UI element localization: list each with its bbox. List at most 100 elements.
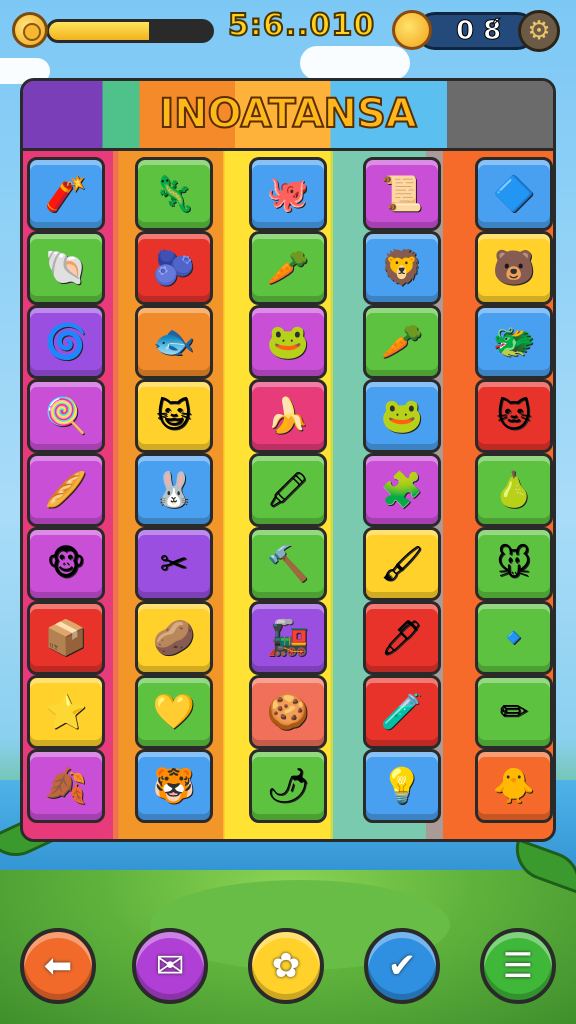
tile-firecracker[interactable]: 🧨 bbox=[27, 157, 105, 231]
chick-icon: 🐥 bbox=[492, 766, 536, 806]
potato-icon: 🥔 bbox=[152, 618, 196, 658]
octopus-icon: 🐙 bbox=[266, 174, 310, 214]
lives-count: 0 8́ bbox=[455, 16, 502, 47]
fish-icon: 🐟 bbox=[152, 322, 196, 362]
banana-icon: 🍌 bbox=[266, 396, 310, 436]
tile-spiral-shell[interactable]: 🌀 bbox=[27, 305, 105, 379]
bear-icon: 🐻 bbox=[492, 248, 536, 288]
tile-paintbrush[interactable]: 🖌 bbox=[363, 527, 441, 601]
tile-shell[interactable]: 🐚 bbox=[27, 231, 105, 305]
crayon-icon: 🖍 bbox=[266, 470, 310, 510]
tile-diamond[interactable]: 🔹 bbox=[475, 601, 553, 675]
crystal-icon: 🔷 bbox=[492, 174, 536, 214]
tile-train[interactable]: 🚂 bbox=[249, 601, 327, 675]
puzzle-blob-icon: 🧩 bbox=[380, 470, 424, 510]
tile-puzzle-blob[interactable]: 🧩 bbox=[363, 453, 441, 527]
hint-button[interactable]: ✿ bbox=[248, 928, 324, 1004]
diamond-icon: 🔹 bbox=[492, 618, 536, 658]
train-icon: 🚂 bbox=[266, 618, 310, 658]
score-display: 5:6..010 bbox=[227, 7, 376, 44]
tile-fish[interactable]: 🐟 bbox=[135, 305, 213, 379]
tile-lizard[interactable]: 🦎 bbox=[135, 157, 213, 231]
pen-icon: 🖊 bbox=[380, 618, 424, 658]
tile-scroll[interactable]: 📜 bbox=[363, 157, 441, 231]
blue-frog-icon: 🐸 bbox=[380, 396, 424, 436]
tile-hammer[interactable]: 🔨 bbox=[249, 527, 327, 601]
bulb-icon: 💡 bbox=[380, 766, 424, 806]
tile-blue-frog[interactable]: 🐸 bbox=[363, 379, 441, 453]
tile-chest[interactable]: 📦 bbox=[27, 601, 105, 675]
star-icon: ⭐ bbox=[44, 692, 88, 732]
tile-cat-face[interactable]: 😺 bbox=[135, 379, 213, 453]
confirm-button[interactable]: ✔ bbox=[364, 928, 440, 1004]
blue-drop-icon: 🫐 bbox=[152, 248, 196, 288]
dragon-icon: 🐲 bbox=[492, 322, 536, 362]
tile-white-cat[interactable]: 🐱 bbox=[475, 379, 553, 453]
tile-banana[interactable]: 🍌 bbox=[249, 379, 327, 453]
tile-cookie[interactable]: 🍪 bbox=[249, 675, 327, 749]
board-header: INOATANSA bbox=[23, 81, 553, 151]
tile-chick[interactable]: 🐥 bbox=[475, 749, 553, 823]
mail-button[interactable]: ✉ bbox=[132, 928, 208, 1004]
tile-octopus[interactable]: 🐙 bbox=[249, 157, 327, 231]
tile-carrot[interactable]: 🥕 bbox=[363, 305, 441, 379]
lizard-icon: 🦎 bbox=[152, 174, 196, 214]
tile-pen[interactable]: 🖊 bbox=[363, 601, 441, 675]
tile-lollipop[interactable]: 🍭 bbox=[27, 379, 105, 453]
game-board: INOATANSA 🧨 🦎 🐙 📜 🔷 🐚 🫐 🥕 🦁 🐻 🌀 🐟 🐸 🥕 🐲 🍭 😺 🍌 🐸 🐱 🥖 🐰 🖍 🧩 🍐 🐵 ✂ 🔨 🖌 🐭… bbox=[20, 78, 556, 842]
back-button[interactable]: ⬅ bbox=[20, 928, 96, 1004]
tile-star[interactable]: ⭐ bbox=[27, 675, 105, 749]
tile-pear[interactable]: 🍐 bbox=[475, 453, 553, 527]
tile-pencil[interactable]: ✏ bbox=[475, 675, 553, 749]
progress-bar-fill bbox=[49, 22, 150, 40]
white-cat-icon: 🐱 bbox=[496, 396, 532, 436]
tile-tiger[interactable]: 🐯 bbox=[135, 749, 213, 823]
spiral-shell-icon: 🌀 bbox=[44, 322, 88, 362]
scissors-icon: ✂ bbox=[159, 544, 189, 584]
tile-test-tube[interactable]: 🧪 bbox=[363, 675, 441, 749]
checkmark-icon: ✔ bbox=[387, 946, 417, 986]
tile-monkey[interactable]: 🐵 bbox=[27, 527, 105, 601]
tile-frog[interactable]: 🐸 bbox=[249, 305, 327, 379]
pear-icon: 🍐 bbox=[492, 470, 536, 510]
leaf-icon: 🍂 bbox=[44, 766, 88, 806]
lollipop-icon: 🍭 bbox=[44, 396, 88, 436]
tile-bulb[interactable]: 💡 bbox=[363, 749, 441, 823]
cookie-icon: 🍪 bbox=[266, 692, 310, 732]
tile-baguette[interactable]: 🥖 bbox=[27, 453, 105, 527]
tile-scissors[interactable]: ✂ bbox=[135, 527, 213, 601]
tile-crystal[interactable]: 🔷 bbox=[475, 157, 553, 231]
menu-button[interactable]: ☰ bbox=[480, 928, 556, 1004]
tile-potato[interactable]: 🥔 bbox=[135, 601, 213, 675]
carrot-icon: 🥕 bbox=[380, 322, 424, 362]
progress-bar bbox=[46, 19, 214, 43]
tile-rabbit[interactable]: 🐰 bbox=[135, 453, 213, 527]
tile-root[interactable]: 🥕 bbox=[249, 231, 327, 305]
frog-icon: 🐸 bbox=[266, 322, 310, 362]
cat-face-icon: 😺 bbox=[156, 396, 192, 436]
test-tube-icon: 🧪 bbox=[380, 692, 424, 732]
tile-lion[interactable]: 🦁 bbox=[363, 231, 441, 305]
menu-icon: ☰ bbox=[502, 946, 534, 986]
progress-hud bbox=[12, 12, 214, 48]
tile-mouse[interactable]: 🐭 bbox=[475, 527, 553, 601]
hammer-icon: 🔨 bbox=[266, 544, 310, 584]
envelope-icon: ✉ bbox=[155, 946, 185, 986]
tile-heart[interactable]: 💛 bbox=[135, 675, 213, 749]
tile-blue-drop[interactable]: 🫐 bbox=[135, 231, 213, 305]
lion-icon: 🦁 bbox=[380, 248, 424, 288]
tile-crayon[interactable]: 🖍 bbox=[249, 453, 327, 527]
sun-icon bbox=[389, 3, 432, 59]
tile-dragon[interactable]: 🐲 bbox=[475, 305, 553, 379]
tile-leaf[interactable]: 🍂 bbox=[27, 749, 105, 823]
heart-icon: 💛 bbox=[152, 692, 196, 732]
monkey-icon: 🐵 bbox=[46, 544, 86, 584]
baguette-icon: 🥖 bbox=[44, 470, 88, 510]
arrow-left-icon: ⬅ bbox=[43, 946, 73, 986]
chest-icon: 📦 bbox=[44, 618, 88, 658]
rabbit-icon: 🐰 bbox=[152, 470, 196, 510]
gear-icon[interactable]: ⚙ bbox=[518, 10, 560, 52]
firecracker-icon: 🧨 bbox=[44, 174, 88, 214]
tile-bear[interactable]: 🐻 bbox=[475, 231, 553, 305]
tile-chili[interactable]: 🌶 bbox=[249, 749, 327, 823]
